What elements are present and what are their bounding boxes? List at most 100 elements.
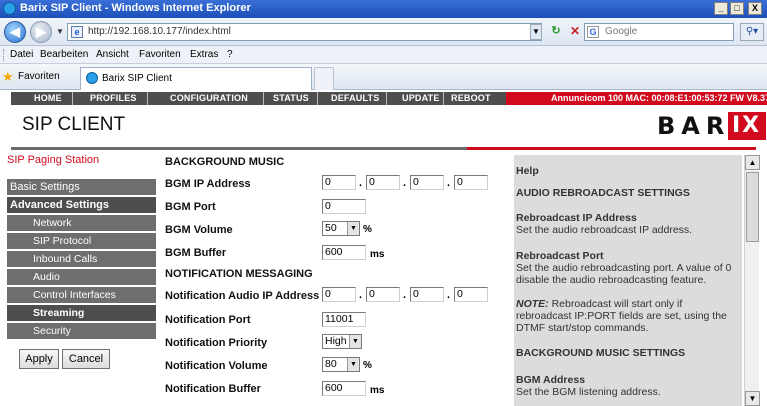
bgm-ip-octet-4[interactable]: 0 <box>454 175 488 190</box>
notification-buffer-input[interactable]: 600 <box>322 381 366 396</box>
star-icon: ★ <box>2 69 14 84</box>
nav-profiles[interactable]: PROFILES <box>90 92 137 105</box>
notification-ip-octet-1[interactable]: 0 <box>322 287 356 302</box>
maximize-button[interactable]: □ <box>730 2 744 15</box>
close-window-button[interactable]: X <box>748 2 762 15</box>
logo-text-right: IX <box>728 112 766 140</box>
chevron-down-icon: ▼ <box>349 335 361 348</box>
history-dropdown-icon[interactable]: ▼ <box>56 27 64 36</box>
sidebar-item-inbound-calls[interactable]: Inbound Calls <box>7 251 156 268</box>
help-section-bgm: BACKGROUND MUSIC SETTINGS <box>516 347 686 359</box>
nav-separator <box>317 92 318 105</box>
nav-reboot[interactable]: REBOOT <box>451 92 491 105</box>
notification-volume-unit: % <box>363 360 372 371</box>
nav-separator <box>147 92 148 105</box>
notification-section-title: NOTIFICATION MESSAGING <box>165 268 313 280</box>
menu-help[interactable]: ? <box>227 49 233 60</box>
new-tab-button[interactable] <box>314 67 334 90</box>
sidebar-item-advanced-settings[interactable]: Advanced Settings <box>7 197 156 214</box>
sidebar-item-network[interactable]: Network <box>7 215 156 232</box>
favorites-label: Favoriten <box>18 71 60 82</box>
tab-barix-sip-client[interactable]: Barix SIP Client <box>80 67 312 90</box>
bgm-volume-select[interactable]: 50 ▼ <box>322 221 360 236</box>
scroll-thumb[interactable] <box>746 172 759 242</box>
notification-ip-octet-3[interactable]: 0 <box>410 287 444 302</box>
bgm-ip-label: BGM IP Address <box>165 178 251 190</box>
menu-ansicht[interactable]: Ansicht <box>96 49 129 60</box>
url-text: http://192.168.10.177/index.html <box>88 26 231 37</box>
ip-dot: . <box>359 289 363 301</box>
help-rebroadcast-ip-title: Rebroadcast IP Address <box>516 212 637 224</box>
ip-dot: . <box>403 289 407 301</box>
search-input[interactable]: G Google <box>584 23 734 41</box>
sidebar-item-streaming[interactable]: Streaming <box>7 305 156 322</box>
menu-favoriten[interactable]: Favoriten <box>139 49 181 60</box>
bgm-port-input[interactable]: 0 <box>322 199 366 214</box>
scroll-up-icon[interactable]: ▲ <box>745 155 760 170</box>
search-icon[interactable]: ⚲▾ <box>740 23 764 41</box>
nav-separator <box>72 92 73 105</box>
sidebar-item-security[interactable]: Security <box>7 323 156 340</box>
notification-priority-select[interactable]: High ▼ <box>322 334 362 349</box>
help-note-label: NOTE: <box>516 298 549 310</box>
window-titlebar: Barix SIP Client - Windows Internet Expl… <box>0 0 767 18</box>
forward-arrow-icon[interactable]: ▶ <box>30 21 52 43</box>
ip-dot: . <box>359 177 363 189</box>
notification-volume-value: 80 <box>325 358 337 370</box>
sidebar-title[interactable]: SIP Paging Station <box>7 154 99 166</box>
search-placeholder: Google <box>605 26 638 37</box>
notification-buffer-label: Notification Buffer <box>165 383 261 395</box>
back-arrow-icon[interactable]: ◀ <box>4 21 26 43</box>
help-section-rebroadcast: AUDIO REBROADCAST SETTINGS <box>516 187 690 199</box>
address-dropdown-icon[interactable]: ▼ <box>530 24 542 40</box>
header-divider-accent <box>467 147 756 150</box>
tab-bar: ★ Favoriten Barix SIP Client <box>0 64 767 90</box>
bgm-volume-label: BGM Volume <box>165 224 233 236</box>
menu-extras[interactable]: Extras <box>190 49 218 60</box>
bgm-ip-octet-1[interactable]: 0 <box>322 175 356 190</box>
google-icon: G <box>587 26 599 38</box>
sidebar-item-audio[interactable]: Audio <box>7 269 156 286</box>
menu-bar: Datei Bearbeiten Ansicht Favoriten Extra… <box>0 46 767 64</box>
notification-port-input[interactable]: 11001 <box>322 312 366 327</box>
ip-dot: . <box>403 177 407 189</box>
device-info: Annuncicom 100 MAC: 00:08:E1:00:53:72 FW… <box>506 92 767 105</box>
nav-home[interactable]: HOME <box>34 92 62 105</box>
help-panel: Help AUDIO REBROADCAST SETTINGS Rebroadc… <box>514 155 742 406</box>
ip-dot: . <box>447 177 451 189</box>
sidebar-item-basic-settings[interactable]: Basic Settings <box>7 179 156 196</box>
page-icon: e <box>71 26 83 38</box>
help-scrollbar[interactable]: ▲ ▼ <box>744 155 760 406</box>
sidebar-item-sip-protocol[interactable]: SIP Protocol <box>7 233 156 250</box>
nav-defaults[interactable]: DEFAULTS <box>331 92 379 105</box>
nav-status[interactable]: STATUS <box>273 92 309 105</box>
stop-icon[interactable]: ✕ <box>567 24 583 40</box>
help-bgm-address-title: BGM Address <box>516 374 586 386</box>
notification-ip-octet-2[interactable]: 0 <box>366 287 400 302</box>
bgm-ip-octet-2[interactable]: 0 <box>366 175 400 190</box>
refresh-icon[interactable]: ↻ <box>548 24 564 40</box>
nav-update[interactable]: UPDATE <box>402 92 440 105</box>
menu-datei[interactable]: Datei <box>10 49 33 60</box>
sidebar-item-control-interfaces[interactable]: Control Interfaces <box>7 287 156 304</box>
window-title: Barix SIP Client - Windows Internet Expl… <box>20 2 251 14</box>
ie-icon <box>86 72 98 84</box>
minimize-button[interactable]: _ <box>714 2 728 15</box>
menu-bearbeiten[interactable]: Bearbeiten <box>40 49 88 60</box>
nav-configuration[interactable]: CONFIGURATION <box>170 92 248 105</box>
help-title: Help <box>516 165 539 177</box>
notification-priority-value: High <box>325 335 347 347</box>
scroll-down-icon[interactable]: ▼ <box>745 391 760 406</box>
help-rebroadcast-ip-text: Set the audio rebroadcast IP address. <box>516 224 693 236</box>
apply-button[interactable]: Apply <box>19 349 59 369</box>
address-input[interactable]: e http://192.168.10.177/index.html <box>67 23 542 41</box>
notification-volume-select[interactable]: 80 ▼ <box>322 357 360 372</box>
bgm-ip-octet-3[interactable]: 0 <box>410 175 444 190</box>
notification-ip-octet-4[interactable]: 0 <box>454 287 488 302</box>
notification-port-label: Notification Port <box>165 314 251 326</box>
bgm-volume-value: 50 <box>325 222 337 234</box>
bgm-buffer-input[interactable]: 600 <box>322 245 366 260</box>
address-toolbar: ◀ ▶ ▼ e http://192.168.10.177/index.html… <box>0 18 767 46</box>
cancel-button[interactable]: Cancel <box>62 349 110 369</box>
notification-ip-label: Notification Audio IP Address <box>165 290 320 302</box>
